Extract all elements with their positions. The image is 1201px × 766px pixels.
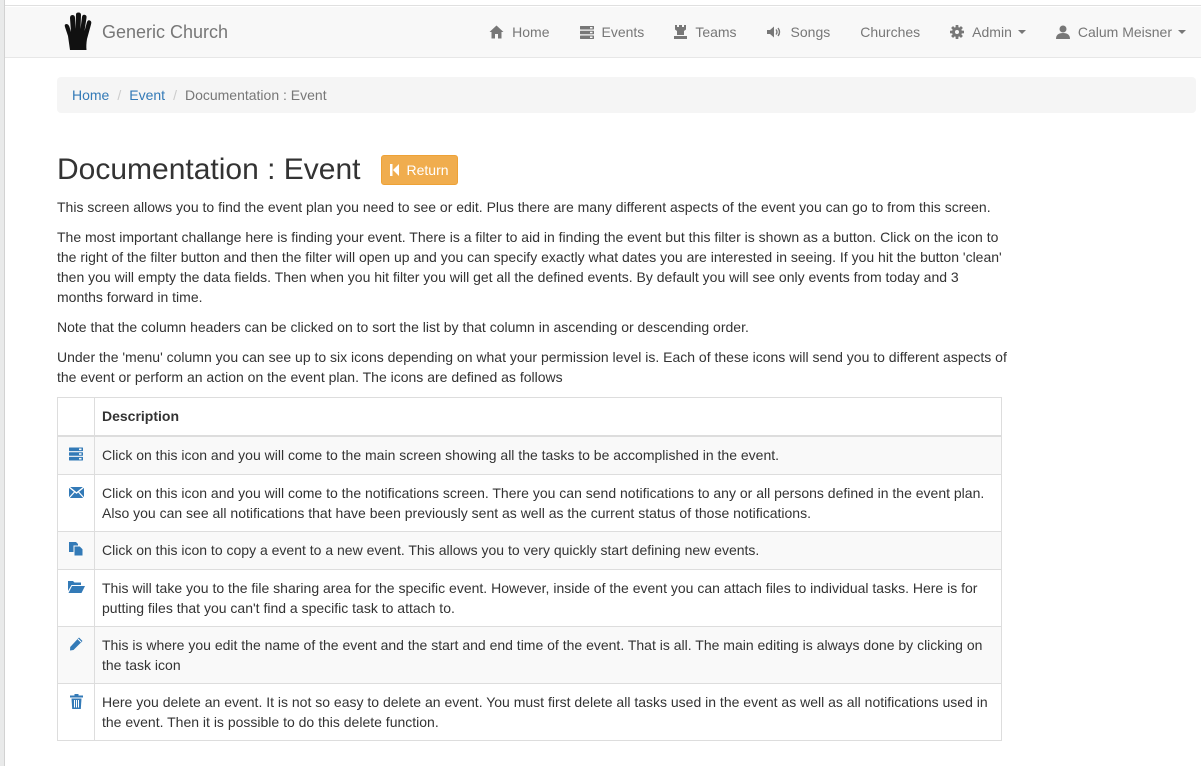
- folder-open-icon: [67, 580, 85, 593]
- table-row: This is where you edit the name of the e…: [57, 625, 1002, 684]
- nav-churches-label: Churches: [860, 24, 921, 40]
- breadcrumb-separator: /: [173, 87, 177, 103]
- volume-icon: [766, 26, 783, 38]
- table-row: Here you delete an event. It is not so e…: [57, 682, 1002, 741]
- nav-teams-label: Teams: [695, 24, 737, 40]
- nav-user[interactable]: Calum Meisner: [1041, 7, 1201, 57]
- table-row: Click on this icon to copy a event to a …: [57, 530, 1002, 570]
- nav-songs[interactable]: Songs: [752, 7, 846, 57]
- chevron-down-icon: [1017, 30, 1026, 34]
- nav-churches[interactable]: Churches: [845, 7, 935, 57]
- documentation-text: This screen allows you to find the event…: [57, 197, 1007, 397]
- tasks-icon: [69, 447, 83, 461]
- row-description: Click on this icon and you will come to …: [94, 435, 1002, 475]
- table-row: Click on this icon and you will come to …: [57, 473, 1002, 532]
- window-top-edge: [5, 0, 1201, 6]
- tower-icon: [674, 25, 688, 39]
- breadcrumb-event[interactable]: Event: [129, 85, 165, 105]
- nav-admin-label: Admin: [972, 24, 1012, 40]
- table-header-description[interactable]: Description: [94, 397, 1002, 437]
- icon-description-table: Description Click on this icon and you w…: [57, 397, 1002, 741]
- nav-events-label: Events: [601, 24, 645, 40]
- sorting-paragraph: Note that the column headers can be clic…: [57, 319, 749, 335]
- nav-songs-label: Songs: [790, 24, 831, 40]
- breadcrumb: Home / Event / Documentation : Event: [57, 77, 1196, 113]
- tasks-icon: [579, 25, 594, 39]
- trash-icon: [69, 693, 83, 709]
- page-title: Documentation : Event: [57, 153, 361, 186]
- pencil-icon: [69, 637, 83, 651]
- copy-icon: [69, 541, 83, 556]
- row-description: This will take you to the file sharing a…: [94, 568, 1002, 627]
- hand-icon: [63, 12, 93, 52]
- filter-paragraph: The most important challange here is fin…: [57, 229, 1002, 305]
- brand[interactable]: Generic Church: [63, 12, 228, 52]
- row-description: Here you delete an event. It is not so e…: [94, 682, 1002, 741]
- main-nav: Home Events Teams Songs Churches Admin C…: [474, 7, 1201, 57]
- nav-events[interactable]: Events: [565, 7, 660, 57]
- nav-teams[interactable]: Teams: [659, 7, 751, 57]
- step-backward-icon: [389, 164, 399, 176]
- row-description: Click on this icon to copy a event to a …: [94, 530, 1002, 570]
- brand-name: Generic Church: [102, 22, 229, 42]
- nav-user-label: Calum Meisner: [1077, 24, 1172, 40]
- row-description: Click on this icon and you will come to …: [94, 473, 1002, 532]
- home-icon: [489, 25, 504, 39]
- table-header-icon: [57, 397, 95, 437]
- nav-home-label: Home: [512, 24, 550, 40]
- nav-admin[interactable]: Admin: [935, 7, 1041, 57]
- breadcrumb-current: Documentation : Event: [184, 87, 327, 103]
- breadcrumb-home[interactable]: Home: [72, 85, 109, 105]
- gear-icon: [950, 25, 965, 39]
- window-edge: [0, 0, 5, 766]
- row-description: This is where you edit the name of the e…: [94, 625, 1002, 684]
- table-row: Click on this icon and you will come to …: [57, 435, 1002, 475]
- table-row: This will take you to the file sharing a…: [57, 568, 1002, 627]
- chevron-down-icon: [1178, 30, 1186, 34]
- intro-paragraph: This screen allows you to find the event…: [57, 199, 991, 215]
- return-button[interactable]: Return: [380, 155, 458, 185]
- title-row: Documentation : Event Return: [57, 150, 458, 190]
- user-icon: [1055, 25, 1070, 39]
- nav-home[interactable]: Home: [474, 7, 564, 57]
- return-button-label: Return: [406, 162, 449, 178]
- navbar: Generic Church Home Events Teams Songs C…: [5, 7, 1201, 58]
- menu-paragraph: Under the 'menu' column you can see up t…: [57, 349, 1007, 385]
- breadcrumb-separator: /: [117, 87, 122, 103]
- table-header-row: Description: [57, 397, 1002, 437]
- envelope-icon: [68, 486, 84, 498]
